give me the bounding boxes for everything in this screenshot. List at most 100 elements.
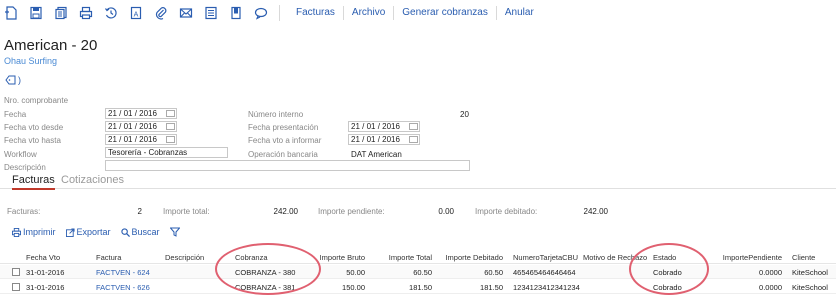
importe-total-value: 242.00 bbox=[273, 207, 298, 216]
fecha-vto-hasta-field[interactable]: 21 / 01 / 2016 bbox=[105, 134, 177, 145]
col-fecha-vto[interactable]: Fecha Vto bbox=[26, 253, 60, 262]
cell-factura-link[interactable]: FACTVEN - 624 bbox=[96, 268, 150, 277]
highlight-ellipse-estado bbox=[629, 243, 709, 295]
comment-icon[interactable] bbox=[254, 5, 268, 21]
imprimir-button[interactable]: Imprimir bbox=[12, 227, 56, 237]
list-icon[interactable] bbox=[204, 5, 218, 21]
nro-comprobante-label: Nro. comprobante bbox=[4, 96, 69, 105]
email-icon[interactable] bbox=[179, 5, 193, 21]
row-checkbox[interactable] bbox=[12, 268, 20, 276]
numero-interno-value: 20 bbox=[460, 110, 469, 119]
importe-pendiente-value: 0.00 bbox=[438, 207, 454, 216]
exportar-button[interactable]: Exportar bbox=[65, 227, 111, 237]
menu-archivo[interactable]: Archivo bbox=[344, 6, 395, 20]
fecha-vto-hasta-value: 21 / 01 / 2016 bbox=[108, 135, 157, 144]
cell-fecha-vto: 31-01-2016 bbox=[26, 283, 65, 292]
table-header: Fecha Vto Factura Descripción Cobranza I… bbox=[0, 250, 836, 264]
page-title: American - 20 bbox=[4, 37, 98, 54]
calendar-icon[interactable] bbox=[166, 123, 175, 130]
search-icon bbox=[120, 227, 130, 237]
row-checkbox[interactable] bbox=[12, 283, 20, 291]
fecha-vto-desde-value: 21 / 01 / 2016 bbox=[108, 122, 157, 131]
imprimir-label: Imprimir bbox=[23, 227, 56, 237]
toolbar-separator bbox=[279, 5, 280, 21]
cell-importe-total: 181.50 bbox=[409, 283, 432, 292]
highlight-ellipse-cobranza bbox=[215, 243, 321, 295]
svg-text:A: A bbox=[134, 12, 139, 19]
print-icon[interactable] bbox=[79, 5, 93, 21]
numero-interno-label: Número interno bbox=[248, 110, 304, 119]
page-subtitle-link[interactable]: Ohau Surfing bbox=[4, 56, 57, 66]
bookmark-icon[interactable] bbox=[229, 5, 243, 21]
cell-importe-pendiente: 0.0000 bbox=[759, 268, 782, 277]
svg-text:): ) bbox=[18, 75, 21, 85]
buscar-button[interactable]: Buscar bbox=[120, 227, 160, 237]
cell-importe-bruto: 150.00 bbox=[342, 283, 365, 292]
copy-icon[interactable] bbox=[54, 5, 68, 21]
fecha-vto-informar-value: 21 / 01 / 2016 bbox=[351, 135, 400, 144]
workflow-value: Tesorería - Cobranzas bbox=[108, 148, 188, 157]
fecha-field[interactable]: 21 / 01 / 2016 bbox=[105, 108, 177, 119]
importe-debitado-label: Importe debitado: bbox=[475, 207, 538, 216]
col-factura[interactable]: Factura bbox=[96, 253, 121, 262]
workflow-label: Workflow bbox=[4, 150, 37, 159]
importe-total-label: Importe total: bbox=[163, 207, 210, 216]
cell-importe-debitado: 181.50 bbox=[480, 283, 503, 292]
fecha-vto-informar-field[interactable]: 21 / 01 / 2016 bbox=[348, 134, 420, 145]
col-numero-tarjeta-cbu[interactable]: NumeroTarjetaCBU bbox=[513, 253, 578, 262]
menu-generar-cobranzas[interactable]: Generar cobranzas bbox=[394, 6, 497, 20]
toolbar: A Facturas Archivo Generar cobranzas Anu… bbox=[0, 0, 836, 26]
facturas-count-label: Facturas: bbox=[7, 207, 41, 216]
tab-facturas[interactable]: Facturas bbox=[12, 174, 55, 190]
fecha-vto-desde-field[interactable]: 21 / 01 / 2016 bbox=[105, 121, 177, 132]
col-importe-pendiente[interactable]: ImportePendiente bbox=[712, 253, 782, 262]
tab-cotizaciones[interactable]: Cotizaciones bbox=[61, 174, 124, 186]
calendar-icon[interactable] bbox=[409, 123, 418, 130]
fecha-vto-desde-label: Fecha vto desde bbox=[4, 123, 64, 132]
export-icon bbox=[65, 227, 75, 237]
col-cliente[interactable]: Cliente bbox=[792, 253, 815, 262]
new-icon[interactable] bbox=[4, 5, 18, 21]
operacion-bancaria-label: Operación bancaria bbox=[248, 150, 318, 159]
fecha-vto-informar-label: Fecha vto a informar bbox=[248, 136, 322, 145]
cell-factura-link[interactable]: FACTVEN - 626 bbox=[96, 283, 150, 292]
facturas-count-value: 2 bbox=[137, 207, 142, 216]
calendar-icon[interactable] bbox=[166, 110, 175, 117]
descripcion-label: Descripción bbox=[4, 163, 46, 172]
table-row[interactable]: 31-01-2016 FACTVEN - 624 COBRANZA - 380 … bbox=[0, 265, 836, 279]
col-descripcion[interactable]: Descripción bbox=[165, 253, 204, 262]
importe-debitado-value: 242.00 bbox=[583, 207, 608, 216]
tabs-bar: Facturas Cotizaciones bbox=[0, 172, 836, 190]
cell-importe-total: 60.50 bbox=[413, 268, 432, 277]
fecha-label: Fecha bbox=[4, 110, 27, 119]
importe-pendiente-label: Importe pendiente: bbox=[318, 207, 385, 216]
history-icon[interactable] bbox=[104, 5, 118, 21]
grid-actions: Imprimir Exportar Buscar bbox=[12, 227, 180, 237]
attach-icon[interactable] bbox=[154, 5, 168, 21]
exportar-label: Exportar bbox=[76, 227, 111, 237]
cell-fecha-vto: 31-01-2016 bbox=[26, 268, 65, 277]
col-importe-debitado[interactable]: Importe Debitado bbox=[438, 253, 503, 262]
fecha-presentacion-label: Fecha presentación bbox=[248, 123, 319, 132]
save-icon[interactable] bbox=[29, 5, 43, 21]
col-importe-total[interactable]: Importe Total bbox=[372, 253, 432, 262]
cell-cliente: KiteSchool bbox=[792, 283, 828, 292]
calendar-icon[interactable] bbox=[166, 136, 175, 143]
cell-numero-tarjeta-cbu: 465465464646464 bbox=[513, 268, 576, 277]
calendar-icon[interactable] bbox=[409, 136, 418, 143]
menu-facturas[interactable]: Facturas bbox=[288, 6, 344, 20]
cell-importe-debitado: 60.50 bbox=[484, 268, 503, 277]
workflow-field[interactable]: Tesorería - Cobranzas bbox=[105, 147, 228, 158]
operacion-bancaria-value: DAT American bbox=[351, 150, 402, 159]
descripcion-field[interactable] bbox=[105, 160, 470, 171]
buscar-label: Buscar bbox=[131, 227, 160, 237]
table-row[interactable]: 31-01-2016 FACTVEN - 626 COBRANZA - 381 … bbox=[0, 280, 836, 294]
menu-anular[interactable]: Anular bbox=[497, 6, 542, 20]
filter-icon[interactable] bbox=[169, 227, 180, 237]
print-icon bbox=[12, 227, 21, 237]
cell-numero-tarjeta-cbu: 1234123412341234 bbox=[513, 283, 580, 292]
cell-importe-pendiente: 0.0000 bbox=[759, 283, 782, 292]
fecha-presentacion-field[interactable]: 21 / 01 / 2016 bbox=[348, 121, 420, 132]
tag-icon[interactable]: ) bbox=[5, 73, 23, 85]
document-a-icon[interactable]: A bbox=[129, 5, 143, 21]
